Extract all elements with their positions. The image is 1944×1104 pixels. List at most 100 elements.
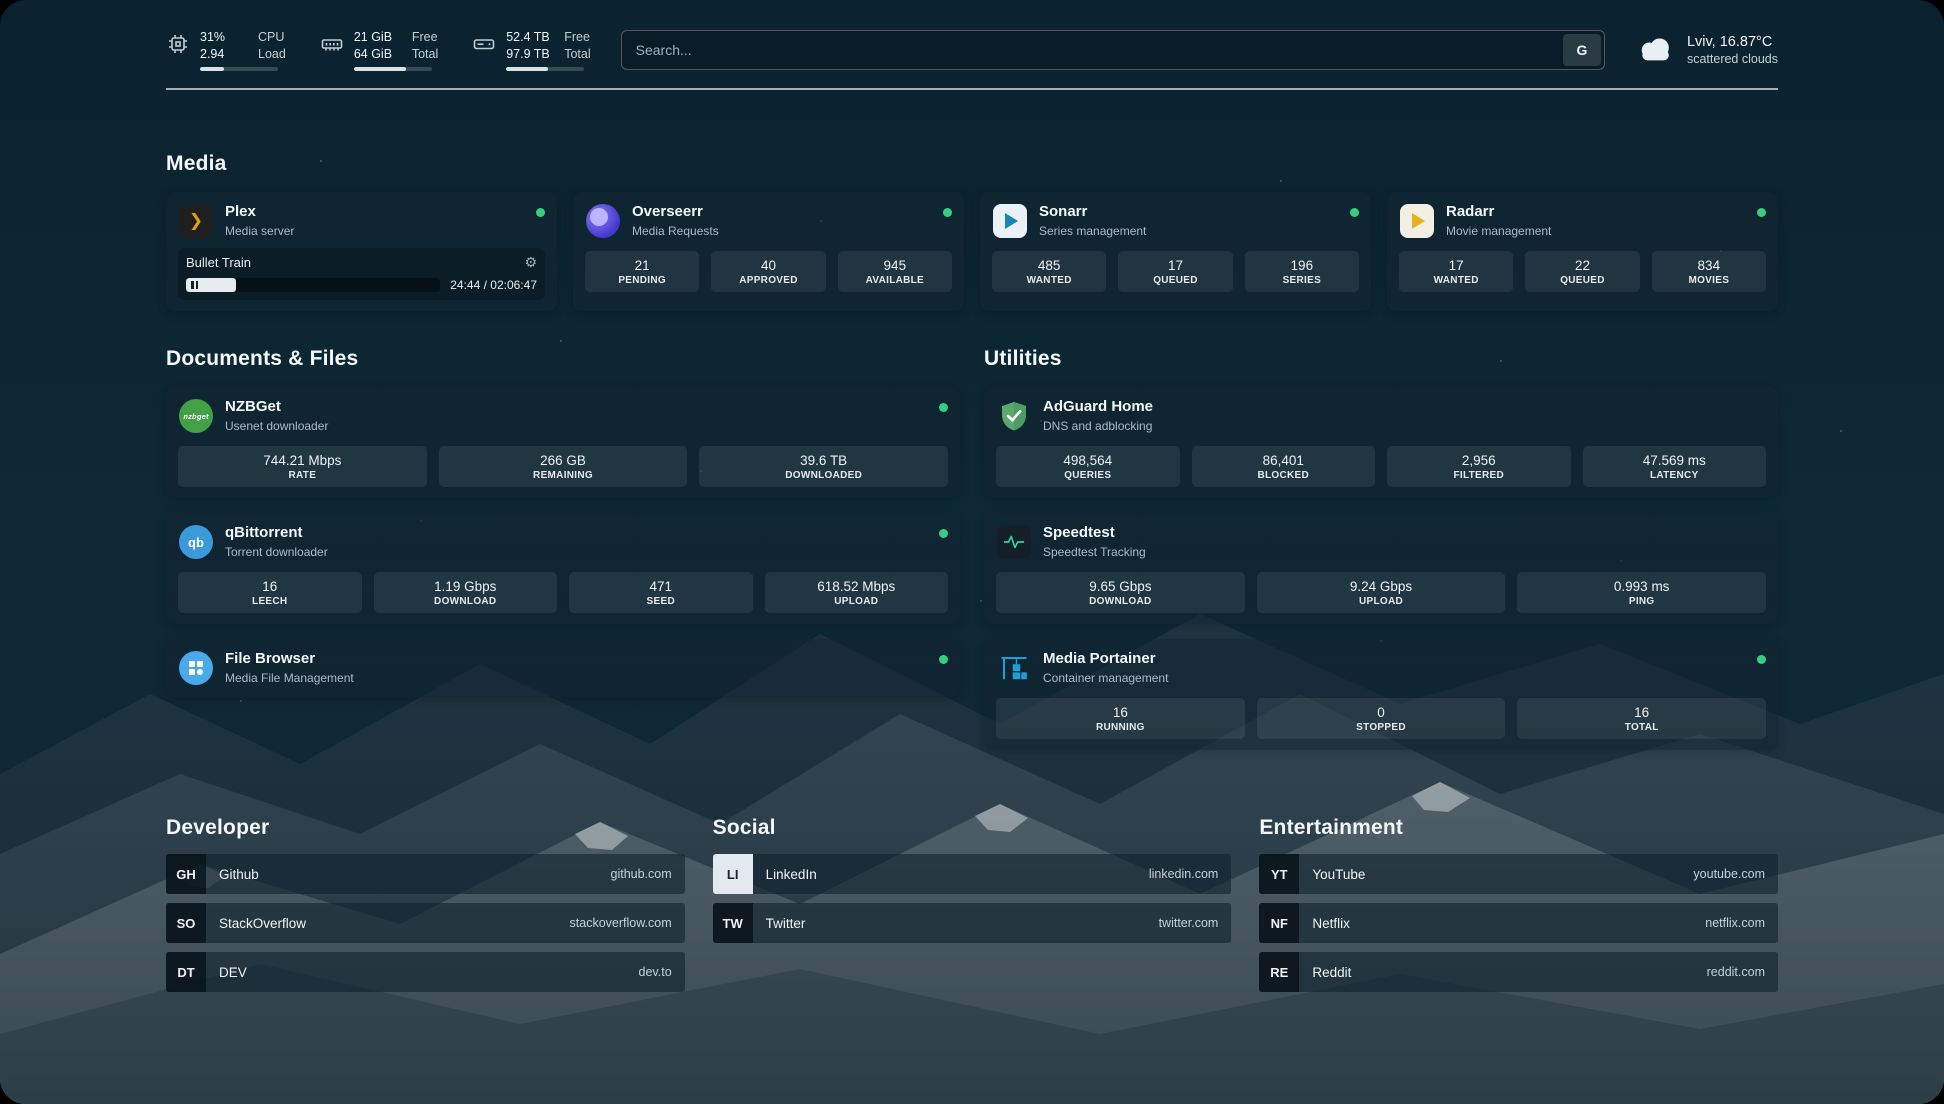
speedtest-icon	[997, 525, 1031, 559]
cpu-label: CPU	[258, 29, 286, 46]
cpu-stat: 31% 2.94 CPU Load	[166, 29, 286, 72]
stat-box: 744.21 Mbps RATE	[178, 446, 427, 487]
disk-stat: 52.4 TB 97.9 TB Free Total	[472, 29, 590, 72]
service-card-portainer[interactable]: Media Portainer Container management 16 …	[984, 639, 1778, 750]
search-provider-button[interactable]: G	[1563, 34, 1601, 66]
stat-box: 9.24 Gbps UPLOAD	[1257, 572, 1506, 613]
disk-free-value: 52.4 TB	[506, 29, 552, 46]
disk-free-label: Free	[564, 29, 590, 46]
stat-label: RATE	[182, 470, 423, 481]
stat-box: 945 AVAILABLE	[838, 251, 952, 292]
snow-specks	[0, 0, 2, 2]
section-title-media: Media	[166, 152, 1778, 176]
gear-icon[interactable]: ⚙	[524, 254, 537, 271]
stat-box: 39.6 TB DOWNLOADED	[699, 446, 948, 487]
stat-value: 0.993 ms	[1521, 579, 1762, 594]
cloud-icon	[1635, 35, 1675, 65]
cpu-load-label: Load	[258, 46, 286, 63]
stat-label: MOVIES	[1656, 275, 1762, 286]
section-title-documents: Documents & Files	[166, 347, 960, 371]
weather-widget: Lviv, 16.87°C scattered clouds	[1635, 34, 1778, 66]
service-subtitle: Media File Management	[225, 671, 354, 686]
netflix-icon: NF	[1259, 903, 1299, 943]
system-stats: 31% 2.94 CPU Load	[166, 29, 591, 72]
stat-value: 1.19 Gbps	[378, 579, 554, 594]
service-subtitle: Container management	[1043, 671, 1168, 686]
search-bar: G	[621, 30, 1605, 70]
stat-box: 618.52 Mbps UPLOAD	[765, 572, 949, 613]
status-indicator	[939, 403, 948, 412]
stat-label: FILTERED	[1391, 470, 1567, 481]
stat-label: DOWNLOADED	[703, 470, 944, 481]
bookmark-row-linkedin[interactable]: LI LinkedIn linkedin.com	[713, 854, 1232, 894]
cpu-progress-track	[200, 67, 278, 71]
disk-total-value: 97.9 TB	[506, 46, 552, 63]
stat-box: 21 PENDING	[585, 251, 699, 292]
service-card-adguard[interactable]: AdGuard Home DNS and adblocking 498,564 …	[984, 387, 1778, 498]
stat-box: 22 QUEUED	[1525, 251, 1639, 292]
stat-box: 40 APPROVED	[711, 251, 825, 292]
service-name: qBittorrent	[225, 524, 328, 543]
stat-label: TOTAL	[1521, 722, 1762, 733]
stat-value: 17	[1122, 258, 1228, 273]
service-name: Speedtest	[1043, 524, 1146, 543]
plex-icon: ❯	[179, 204, 213, 238]
bookmark-url: netflix.com	[1705, 916, 1765, 930]
stat-box: 9.65 Gbps DOWNLOAD	[996, 572, 1245, 613]
stat-label: WANTED	[996, 275, 1102, 286]
service-card-nzbget[interactable]: nzbget NZBGet Usenet downloader 744.21 M…	[166, 387, 960, 498]
service-card-filebrowser[interactable]: File Browser Media File Management	[166, 639, 960, 697]
playback-progress-track[interactable]	[186, 278, 440, 292]
stat-value: 2,956	[1391, 453, 1567, 468]
reddit-icon: RE	[1259, 952, 1299, 992]
youtube-icon: YT	[1259, 854, 1299, 894]
stat-box: 16 RUNNING	[996, 698, 1245, 739]
section-title-social: Social	[713, 816, 1232, 840]
bookmark-row-netflix[interactable]: NF Netflix netflix.com	[1259, 903, 1778, 943]
bookmark-row-github[interactable]: GH Github github.com	[166, 854, 685, 894]
radarr-icon	[1400, 204, 1434, 238]
bookmark-url: reddit.com	[1707, 965, 1765, 979]
github-icon: GH	[166, 854, 206, 894]
stat-value: 17	[1403, 258, 1509, 273]
bookmark-name: DEV	[219, 965, 247, 980]
status-indicator	[1350, 208, 1359, 217]
stat-label: QUEUED	[1122, 275, 1228, 286]
bookmark-row-twitter[interactable]: TW Twitter twitter.com	[713, 903, 1232, 943]
pause-icon[interactable]	[191, 281, 198, 289]
weather-location: Lviv, 16.87°C	[1687, 34, 1778, 50]
service-subtitle: DNS and adblocking	[1043, 419, 1153, 434]
bookmark-name: Github	[219, 867, 259, 882]
bookmark-row-youtube[interactable]: YT YouTube youtube.com	[1259, 854, 1778, 894]
stat-label: LATENCY	[1587, 470, 1763, 481]
stat-label: APPROVED	[715, 275, 821, 286]
service-card-sonarr[interactable]: Sonarr Series management 485 WANTED 17 Q…	[980, 192, 1371, 311]
service-card-radarr[interactable]: Radarr Movie management 17 WANTED 22 QUE…	[1387, 192, 1778, 311]
stat-value: 16	[1521, 705, 1762, 720]
service-card-qbittorrent[interactable]: qb qBittorrent Torrent downloader 16 LEE…	[166, 513, 960, 624]
stat-label: RUNNING	[1000, 722, 1241, 733]
stat-value: 16	[182, 579, 358, 594]
plex-now-playing: Bullet Train ⚙ 24:44 / 02:06:47	[178, 248, 545, 300]
service-card-overseerr[interactable]: Overseerr Media Requests 21 PENDING 40 A…	[573, 192, 964, 311]
disk-progress-track	[506, 67, 584, 71]
stat-value: 834	[1656, 258, 1762, 273]
search-input[interactable]	[621, 30, 1605, 70]
stat-box: 17 WANTED	[1399, 251, 1513, 292]
bookmark-name: Reddit	[1312, 965, 1351, 980]
service-card-plex[interactable]: ❯ Plex Media server Bullet Train ⚙	[166, 192, 557, 311]
stat-value: 47.569 ms	[1587, 453, 1763, 468]
bookmark-row-stackoverflow[interactable]: SO StackOverflow stackoverflow.com	[166, 903, 685, 943]
bookmark-name: StackOverflow	[219, 916, 306, 931]
portainer-icon	[999, 653, 1029, 683]
status-indicator	[943, 208, 952, 217]
bookmark-row-dev[interactable]: DT DEV dev.to	[166, 952, 685, 992]
overseerr-icon	[586, 204, 620, 238]
stat-label: BLOCKED	[1196, 470, 1372, 481]
service-card-speedtest[interactable]: Speedtest Speedtest Tracking 9.65 Gbps D…	[984, 513, 1778, 624]
bookmark-row-reddit[interactable]: RE Reddit reddit.com	[1259, 952, 1778, 992]
adguard-icon	[998, 399, 1030, 433]
stackoverflow-icon: SO	[166, 903, 206, 943]
bookmark-url: twitter.com	[1159, 916, 1219, 930]
stat-value: 744.21 Mbps	[182, 453, 423, 468]
